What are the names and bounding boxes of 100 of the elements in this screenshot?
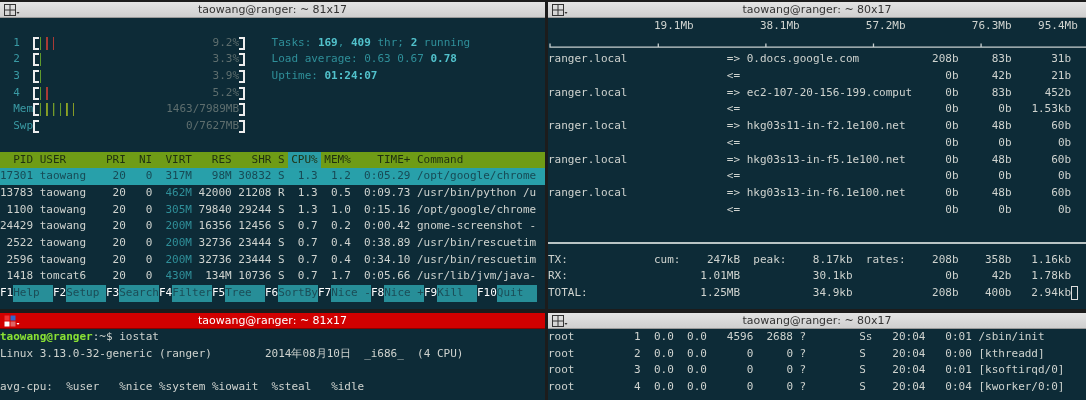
table-cell-text: 1.2 [329, 168, 351, 185]
function-button[interactable]: Nice - [331, 285, 371, 302]
meter-label: 2 [13, 51, 21, 68]
table-cell-text: 0.0 [652, 362, 674, 379]
table-cell-text: ? [798, 362, 808, 379]
table-cell-text: 0.4 [329, 235, 351, 251]
column-header[interactable]: SHR [238, 151, 272, 169]
meter-reading: 5.2% [212, 84, 239, 101]
process-row[interactable]: 2522 taowang 20 0 200M 32736 23444 S 0.7 0.4 0:38.89 /usr/bin/rescuetim [0, 235, 545, 252]
function-button[interactable]: Search [119, 285, 159, 302]
rate-value: 0b [944, 101, 959, 118]
table-cell-text: 42000 [198, 184, 232, 201]
function-button[interactable]: Quit [496, 285, 537, 302]
table-cell-text: 20 [111, 184, 126, 201]
rate-value: 0b [944, 134, 959, 151]
meter-reading: 3.3% [212, 51, 239, 68]
rate-value: 48b [990, 118, 1012, 135]
column-header[interactable]: S [278, 151, 285, 169]
function-button[interactable]: Tree [225, 285, 265, 302]
total-value: 8.17kb [811, 251, 853, 268]
table-cell-text: 4 [633, 379, 641, 396]
column-header[interactable]: Command [417, 151, 545, 169]
function-button[interactable]: Kill [437, 285, 477, 302]
table-cell-text: 1.7 [329, 268, 351, 285]
column-header[interactable]: CPU% [287, 151, 321, 169]
window-menu-icon[interactable] [552, 3, 568, 16]
direction-arrow: <= [726, 201, 742, 218]
table-cell-text: 1100 [5, 201, 34, 218]
table-cell-text: 2 [633, 345, 641, 362]
table-cell-text: 200M [164, 235, 192, 251]
table-cell-text: /opt/google/chrome [417, 168, 538, 185]
column-header[interactable]: TIME+ [357, 151, 411, 169]
table-cell-text: 98M [210, 168, 232, 185]
table-cell-text: 20 [111, 168, 126, 185]
column-header[interactable]: RES [198, 151, 232, 169]
table-cell-text: 23444 [238, 251, 272, 268]
function-button[interactable]: Filter [172, 285, 212, 302]
meter-label: 4 [13, 84, 21, 101]
table-cell-text: 0 [785, 379, 793, 396]
table-cell-text: 10736 [238, 268, 272, 285]
table-cell: S [278, 168, 285, 185]
meter-label: 1 [13, 34, 21, 51]
column-header[interactable]: PRI [105, 151, 126, 169]
process-row[interactable]: 2596 taowang 20 0 200M 32736 23444 S 0.7 0.4 0:34.10 /usr/bin/rescuetim [0, 251, 545, 269]
table-cell-text: 0:09.73 [363, 184, 411, 201]
column-header[interactable]: NI [132, 151, 153, 169]
table-cell-text: taowang [39, 184, 88, 201]
table-cell-text: 20 [111, 201, 126, 218]
function-button[interactable]: Help [13, 285, 53, 302]
table-cell-text: 0 [785, 362, 793, 379]
table-cell-text: 317M [164, 168, 192, 185]
rate-value: 0b [944, 151, 959, 168]
rate-value: 60b [1050, 184, 1072, 201]
table-cell-text: 1 [633, 329, 641, 345]
table-cell-text: 0.7 [296, 235, 318, 251]
function-button[interactable]: Nice + [384, 285, 424, 302]
window-menu-icon[interactable] [552, 314, 568, 327]
window-title: taowang@ranger: ~ 80x17 [741, 313, 893, 328]
column-header[interactable]: USER [39, 151, 100, 169]
total-label: TOTAL: [548, 285, 589, 301]
function-button[interactable]: Setup [66, 285, 106, 302]
column-header[interactable]: VIRT [158, 151, 192, 169]
rate-value: 83b [990, 51, 1012, 68]
table-cell-text: 79840 [198, 201, 232, 218]
process-row[interactable]: 13783 taowang 20 0 462M 42000 21208 R 1.3 0.5 0:09.73 /usr/bin/python /u [0, 184, 545, 202]
shortcut-key: F9 [423, 285, 438, 302]
table-cell-text: root [548, 379, 576, 396]
table-cell-text: root [548, 329, 576, 345]
table-cell-text: 0 [144, 184, 153, 201]
table-cell-text: 0 [144, 201, 153, 218]
column-header[interactable]: MEM% [324, 151, 351, 169]
rate-value: 42b [990, 68, 1012, 85]
total-value: 30.1kb [811, 268, 853, 285]
remote-host: 0.docs.google.com [746, 51, 861, 68]
rate-value: 0b [944, 201, 959, 218]
table-cell-text: 0:05.66 [363, 268, 411, 285]
rate-value: 452b [1043, 84, 1072, 101]
process-row[interactable]: 17301 taowang 20 0 317M 98M 30832 S 1.3 1.2 0:05.29 /opt/google/chrome [0, 168, 545, 185]
table-cell-text: 0.0 [686, 362, 707, 379]
total-value: 34.9kb [811, 285, 853, 301]
output-line: Linux 3.13.0-32-generic (ranger) 2014年08月10日 _i686_ (4 CPU) [0, 346, 464, 360]
total-value: 208b [931, 251, 959, 268]
window-menu-icon[interactable] [4, 314, 20, 327]
table-cell-text: S [859, 345, 867, 362]
column-header[interactable]: PID [0, 151, 34, 169]
table-cell: 30832 [238, 168, 272, 185]
table-cell-text: 20 [111, 251, 126, 268]
table-cell-text: 0 [745, 379, 754, 396]
process-row[interactable]: 1418 tomcat6 20 0 430M 134M 10736 S 0.7 1.7 0:05.66 /usr/lib/jvm/java- [0, 268, 545, 286]
rate-value: 1.53kb [1030, 101, 1072, 118]
window-menu-icon[interactable] [4, 3, 20, 16]
table-cell: 17301 [0, 168, 34, 185]
table-cell-text: S [859, 379, 867, 396]
table-cell-text: 13783 [0, 184, 34, 201]
function-button[interactable]: SortBy [278, 285, 318, 302]
process-row[interactable]: 24429 taowang 20 0 200M 16356 12456 S 0.7 0.2 0:00.42 gnome-screenshot - [0, 218, 545, 235]
window-title: taowang@ranger: ~ 80x17 [741, 2, 893, 17]
table-cell-text: gnome-screenshot - [417, 218, 538, 235]
process-row[interactable]: 1100 taowang 20 0 305M 79840 29244 S 1.3 1.0 0:15.16 /opt/google/chrome [0, 201, 545, 219]
table-cell-text: 0 [144, 218, 153, 235]
